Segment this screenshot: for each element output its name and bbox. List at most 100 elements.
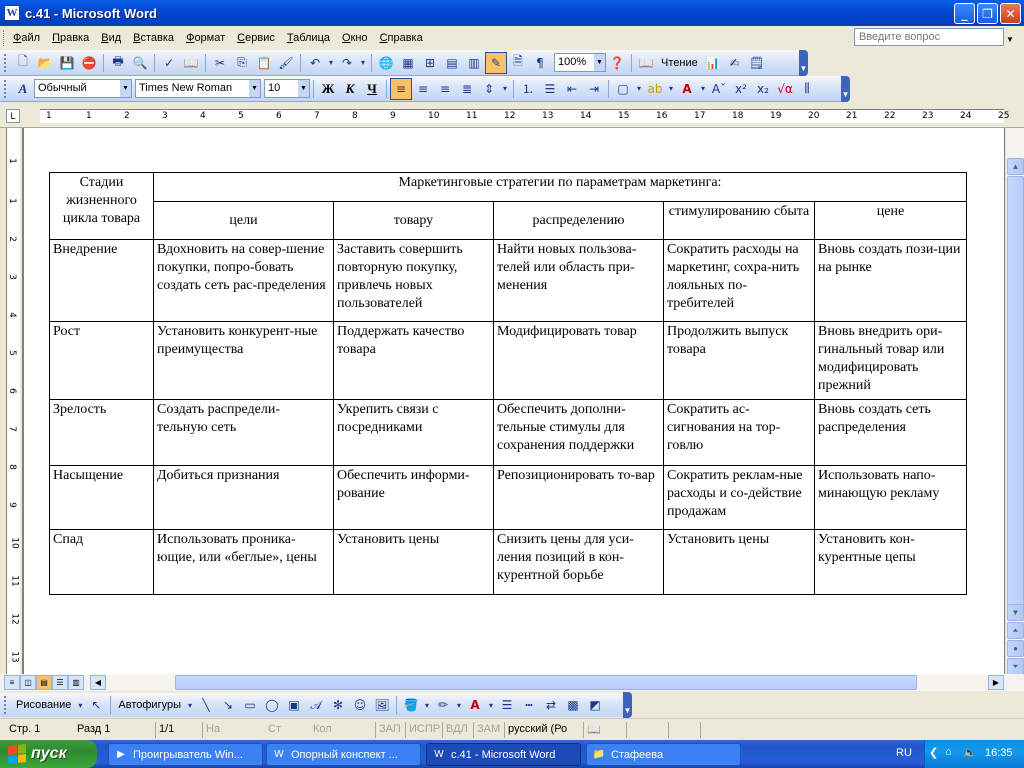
menu-edit[interactable]: Правка xyxy=(46,30,95,46)
style-combo[interactable]: Обычный ▼ xyxy=(34,79,132,98)
style-dropdown-icon[interactable]: ▼ xyxy=(120,80,131,97)
menu-view[interactable]: Вид xyxy=(95,30,127,46)
line-spacing-dropdown-icon[interactable]: ▾ xyxy=(500,78,510,100)
font-color-icon[interactable]: A xyxy=(464,694,486,716)
font-size-combo[interactable]: 10 ▼ xyxy=(264,79,310,98)
menu-window[interactable]: Окно xyxy=(336,30,374,46)
redo-icon[interactable]: ↷ xyxy=(336,52,358,74)
redo-dropdown-icon[interactable]: ▾ xyxy=(358,52,368,74)
previous-page-icon[interactable]: ⏶ xyxy=(1007,622,1024,639)
read-icon[interactable]: 📖 xyxy=(635,52,657,74)
horizontal-scrollbar[interactable]: ≡ ◫ ▤ ☰ ▥ ◀ ▶ xyxy=(0,674,1024,691)
tray-arrow-icon[interactable]: ❮ xyxy=(929,746,938,759)
line-icon[interactable]: ╲ xyxy=(195,694,217,716)
start-button[interactable]: пуск xyxy=(0,740,97,768)
toolbar-options-icon[interactable]: ▼ xyxy=(623,692,632,718)
menu-table[interactable]: Таблица xyxy=(281,30,336,46)
horizontal-scroll-thumb[interactable] xyxy=(175,675,917,690)
highlight-dropdown-icon[interactable]: ▾ xyxy=(666,78,676,100)
toolbar-grip[interactable] xyxy=(4,79,8,98)
permission-icon[interactable]: ⛔ xyxy=(78,52,100,74)
grow-font-icon[interactable]: Aˇ xyxy=(708,78,730,100)
normal-view-icon[interactable]: ≡ xyxy=(4,675,20,690)
print-layout-icon[interactable]: ▤ xyxy=(36,675,52,690)
spelling-status-icon[interactable]: 📖 xyxy=(583,722,604,738)
volume-icon[interactable]: 🔈 xyxy=(963,746,977,759)
tables-borders-icon[interactable]: ▦ xyxy=(397,52,419,74)
line-spacing-icon[interactable]: ⇕ xyxy=(478,78,500,100)
language-indicator[interactable]: RU xyxy=(896,747,912,759)
status-trk[interactable]: ИСПР xyxy=(405,722,443,738)
borders-icon[interactable]: ▢ xyxy=(612,78,634,100)
justify-icon[interactable]: ≣ xyxy=(456,78,478,100)
clock[interactable]: 16:35 xyxy=(985,747,1013,759)
undo-dropdown-icon[interactable]: ▾ xyxy=(326,52,336,74)
research-icon[interactable]: 📖 xyxy=(180,52,202,74)
help-icon[interactable]: ❓ xyxy=(606,52,628,74)
ask-dropdown-icon[interactable]: ▼ xyxy=(1004,31,1016,47)
line-style-icon[interactable]: ☰ xyxy=(496,694,518,716)
3d-icon[interactable]: ◩ xyxy=(584,694,606,716)
minimize-button[interactable]: _ xyxy=(954,3,975,24)
select-browse-object-icon[interactable]: ● xyxy=(1007,640,1024,657)
borders-dropdown-icon[interactable]: ▾ xyxy=(634,78,644,100)
vertical-scrollbar[interactable]: ▲ ▼ ⏶ ● ⏷ xyxy=(1005,128,1024,675)
align-right-icon[interactable]: ≡ xyxy=(434,78,456,100)
font-color-dropdown-icon[interactable]: ▾ xyxy=(698,78,708,100)
document-map-icon[interactable]: 🗎 xyxy=(507,52,529,74)
word-app-icon[interactable]: W xyxy=(4,5,20,21)
drawing-menu[interactable]: Рисование xyxy=(12,699,75,711)
insert-table-icon[interactable]: ⊞ xyxy=(419,52,441,74)
outline-view-icon[interactable]: ☰ xyxy=(52,675,68,690)
autoshapes-dropdown-icon[interactable]: ▾ xyxy=(185,694,195,716)
scroll-up-icon[interactable]: ▲ xyxy=(1007,158,1024,175)
undo-icon[interactable]: ↶ xyxy=(304,52,326,74)
line-color-icon[interactable]: ✏ xyxy=(432,694,454,716)
align-center-icon[interactable]: ≡ xyxy=(412,78,434,100)
close-button[interactable]: ✕ xyxy=(1000,3,1021,24)
scroll-left-icon[interactable]: ◀ xyxy=(90,675,106,690)
menu-help[interactable]: Справка xyxy=(374,30,429,46)
toolbar-grip[interactable] xyxy=(4,696,8,714)
font-dropdown-icon[interactable]: ▼ xyxy=(249,80,260,97)
diagram-icon[interactable]: ✻ xyxy=(327,694,349,716)
reading-view-icon[interactable]: ▥ xyxy=(68,675,84,690)
status-ovr[interactable]: ЗАМ xyxy=(473,722,503,738)
wordart-icon[interactable]: 𝒜 xyxy=(305,694,327,716)
insert-excel-icon[interactable]: ▤ xyxy=(441,52,463,74)
fill-dropdown-icon[interactable]: ▾ xyxy=(422,694,432,716)
status-language[interactable]: русский (Ро xyxy=(504,722,570,738)
hyperlink-icon[interactable]: 🌐 xyxy=(375,52,397,74)
zoom-dropdown-icon[interactable]: ▼ xyxy=(594,54,605,71)
styles-formatting-icon[interactable]: A xyxy=(12,78,34,100)
tab-selector[interactable]: L xyxy=(6,109,20,123)
arrow-style-icon[interactable]: ⇄ xyxy=(540,694,562,716)
line-color-dropdown-icon[interactable]: ▾ xyxy=(454,694,464,716)
chart-icon[interactable]: 📊 xyxy=(702,52,724,74)
next-page-icon[interactable]: ⏷ xyxy=(1007,658,1024,675)
highlight-icon[interactable]: ab xyxy=(644,78,666,100)
bold-icon[interactable]: Ж xyxy=(317,78,339,100)
toolbar-options-icon[interactable]: ▼ xyxy=(841,75,850,102)
clip-art-icon[interactable]: ☺ xyxy=(349,694,371,716)
copy-icon[interactable]: ⎘ xyxy=(231,52,253,74)
task-word-active[interactable]: W c.41 - Microsoft Word xyxy=(426,743,581,766)
zoom-combo[interactable]: 100% ▼ xyxy=(554,53,606,72)
network-icon[interactable]: ⌂ xyxy=(945,746,952,758)
status-rec[interactable]: ЗАП xyxy=(375,722,404,738)
italic-icon[interactable]: К xyxy=(339,78,361,100)
menu-tools[interactable]: Сервис xyxy=(231,30,281,46)
oval-icon[interactable]: ◯ xyxy=(261,694,283,716)
format-painter-icon[interactable]: 🖌 xyxy=(275,52,297,74)
text-box-icon[interactable]: ▣ xyxy=(283,694,305,716)
spelling-icon[interactable]: ✓ xyxy=(158,52,180,74)
paste-icon[interactable]: 📋 xyxy=(253,52,275,74)
status-ext[interactable]: ВДЛ xyxy=(442,722,471,738)
scroll-right-icon[interactable]: ▶ xyxy=(988,675,1004,690)
marketing-strategy-table[interactable]: Стадии жизненного цикла товара Маркетинг… xyxy=(49,172,967,595)
print-preview-icon[interactable]: 🔍 xyxy=(129,52,151,74)
restore-button[interactable]: ❐ xyxy=(977,3,998,24)
select-objects-icon[interactable]: ↖ xyxy=(85,694,107,716)
toolbar-options-icon[interactable]: ▼ xyxy=(799,49,808,76)
task-media-player[interactable]: ▶ Проигрыватель Win... xyxy=(108,743,263,766)
